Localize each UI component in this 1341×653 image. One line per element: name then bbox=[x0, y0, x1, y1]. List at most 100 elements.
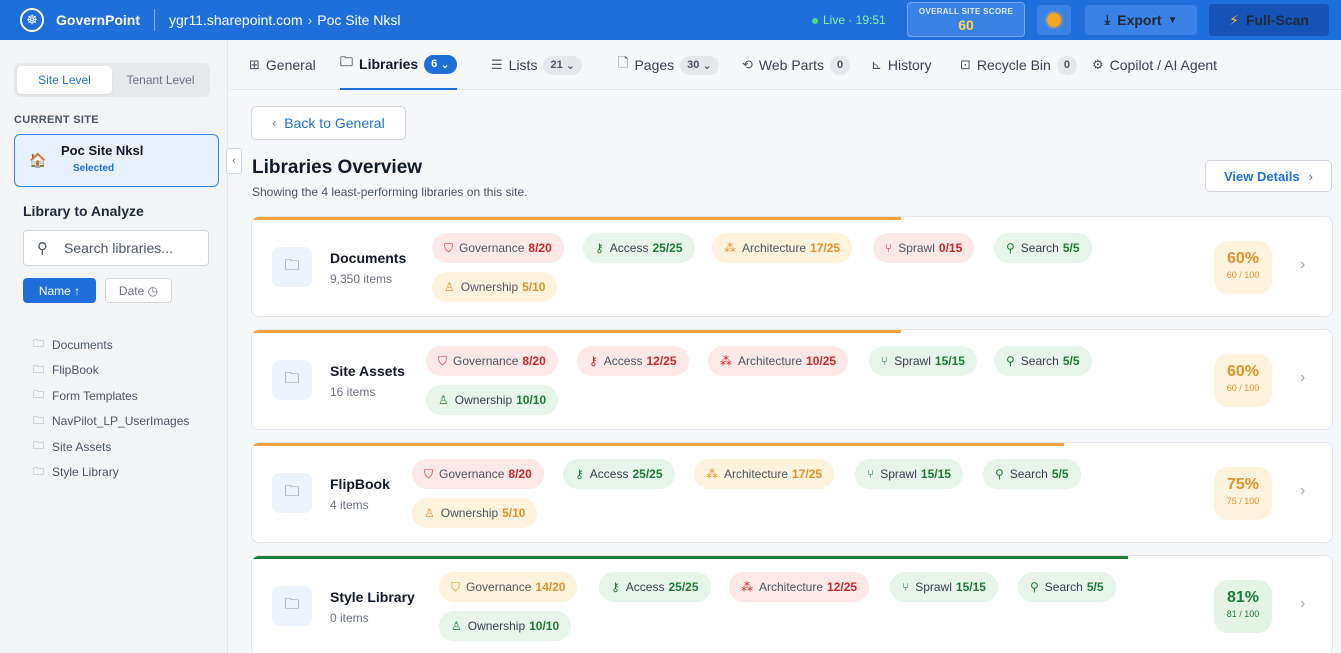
list-item[interactable]: 🗀 FlipBook bbox=[33, 358, 189, 384]
library-card[interactable]: 🗀 Site Assets 16 items ⛉ Governance 8/20 ⚷ Acce… bbox=[251, 329, 1333, 430]
metric-label: Architecture bbox=[738, 354, 803, 368]
library-search-input[interactable] bbox=[64, 237, 204, 259]
collapse-sidebar-button[interactable]: ‹ bbox=[226, 148, 242, 174]
metric-chip-access[interactable]: ⚷ Access 12/25 bbox=[577, 346, 689, 376]
tab-general[interactable]: ⊞ General bbox=[249, 40, 316, 90]
metric-chip-search[interactable]: ⚲ Search 5/5 bbox=[994, 346, 1092, 376]
view-details-button[interactable]: View Details › bbox=[1205, 160, 1332, 192]
metric-label: Ownership bbox=[440, 506, 499, 520]
chevron-right-icon: › bbox=[1308, 168, 1313, 184]
chevron-right-icon[interactable]: › bbox=[1300, 256, 1305, 274]
list-item[interactable]: 🗀 NavPilot_LP_UserImages bbox=[33, 409, 189, 435]
tab-history[interactable]: ⊾ History bbox=[871, 40, 931, 90]
library-card[interactable]: 🗀 FlipBook 4 items ⛉ Governance 8/20 ⚷ Access 25… bbox=[251, 442, 1333, 543]
metric-chip-search[interactable]: ⚲ Search 5/5 bbox=[983, 459, 1081, 489]
metric-chip-ownership[interactable]: ♙ Ownership 10/10 bbox=[439, 611, 572, 641]
metric-chip-search[interactable]: ⚲ Search 5/5 bbox=[994, 233, 1092, 263]
tab-label: Pages bbox=[634, 57, 675, 73]
metric-value: 5/5 bbox=[1051, 467, 1069, 481]
chevron-down-icon: ⌄ bbox=[565, 59, 575, 72]
metric-chip-sprawl[interactable]: ⑂ Sprawl 15/15 bbox=[869, 346, 977, 376]
chevron-right-icon[interactable]: › bbox=[1300, 369, 1305, 387]
sort-date-button[interactable]: Date ◷ bbox=[105, 278, 172, 303]
app-name: GovernPoint bbox=[56, 12, 141, 28]
tab-web-parts[interactable]: ⟲ Web Parts 0 bbox=[742, 40, 851, 90]
metric-chip-search[interactable]: ⚲ Search 5/5 bbox=[1018, 572, 1116, 602]
metric-label: Search bbox=[1020, 241, 1059, 255]
full-scan-button[interactable]: ⚡ Full-Scan bbox=[1209, 4, 1329, 36]
metric-chip-architecture[interactable]: ⁂ Architecture 17/25 bbox=[694, 459, 835, 489]
metric-chip-ownership[interactable]: ♙ Ownership 5/10 bbox=[432, 272, 558, 302]
tab-recycle-bin[interactable]: ⊡ Recycle Bin 0 bbox=[960, 40, 1077, 90]
current-site-card[interactable]: 🏠 Poc Site Nksl Selected bbox=[14, 134, 219, 187]
breadcrumb-domain[interactable]: ygr11.sharepoint.com bbox=[169, 12, 303, 28]
sitemap-icon: ⁂ bbox=[724, 241, 736, 255]
metric-chip-ownership[interactable]: ♙ Ownership 5/10 bbox=[412, 498, 538, 528]
tab-libraries[interactable]: 🗀 Libraries 6 ⌄ bbox=[340, 40, 457, 90]
metric-value: 15/15 bbox=[934, 354, 965, 368]
metric-chip-governance[interactable]: ⛉ Governance 8/20 bbox=[432, 233, 564, 263]
library-card[interactable]: 🗀 Documents 9,350 items ⛉ Governance 8/20 ⚷ Acc… bbox=[251, 216, 1333, 317]
metric-chip-sprawl[interactable]: ⑂ Sprawl 0/15 bbox=[873, 233, 975, 263]
list-icon: ☰ bbox=[491, 57, 503, 72]
score-progress-bar bbox=[252, 330, 902, 333]
breadcrumb-separator: › bbox=[307, 12, 313, 28]
list-item[interactable]: 🗀 Site Assets bbox=[33, 434, 189, 460]
metric-label: Sprawl bbox=[915, 580, 952, 594]
metric-label: Governance bbox=[466, 580, 532, 594]
logo-icon: ☸ bbox=[20, 8, 44, 32]
metric-label: Ownership bbox=[454, 393, 513, 407]
search-icon: ⚲ bbox=[1030, 580, 1039, 594]
logo[interactable]: ☸ GovernPoint bbox=[0, 0, 140, 40]
list-item[interactable]: 🗀 Style Library bbox=[33, 460, 189, 486]
chevron-right-icon[interactable]: › bbox=[1300, 482, 1305, 500]
tab-count-badge: 6 ⌄ bbox=[424, 54, 457, 74]
export-button[interactable]: ⤓ Export ▼ bbox=[1085, 5, 1197, 35]
tab-lists[interactable]: ☰ Lists 21 ⌄ bbox=[491, 40, 582, 90]
sort-name-button[interactable]: Name ↑ bbox=[23, 278, 96, 303]
user-icon: ♙ bbox=[424, 506, 435, 520]
metric-chip-governance[interactable]: ⛉ Governance 8/20 bbox=[412, 459, 544, 489]
folder-icon: 🗀 bbox=[33, 414, 44, 427]
shield-icon: ⛉ bbox=[438, 353, 448, 368]
score-progress-bar bbox=[252, 556, 1129, 559]
metric-label: Sprawl bbox=[880, 467, 917, 481]
puzzle-icon: ⟲ bbox=[742, 57, 753, 72]
metric-chip-access[interactable]: ⚷ Access 25/25 bbox=[599, 572, 711, 602]
metric-chip-ownership[interactable]: ♙ Ownership 10/10 bbox=[426, 385, 559, 415]
metric-chip-sprawl[interactable]: ⑂ Sprawl 15/15 bbox=[890, 572, 998, 602]
metric-value: 10/25 bbox=[806, 354, 837, 368]
branch-icon: ⑂ bbox=[881, 354, 889, 368]
search-icon: ⚲ bbox=[37, 240, 48, 257]
chart-icon: ⊾ bbox=[871, 57, 882, 72]
metric-chip-sprawl[interactable]: ⑂ Sprawl 15/15 bbox=[855, 459, 963, 489]
metric-chip-architecture[interactable]: ⁂ Architecture 10/25 bbox=[708, 346, 849, 376]
site-level-tab[interactable]: Site Level bbox=[17, 66, 112, 94]
score-progress-bar bbox=[252, 443, 1064, 446]
tab-copilot[interactable]: ⚙ Copilot / AI Agent bbox=[1092, 40, 1217, 90]
overall-score-value: 60 bbox=[958, 17, 974, 33]
search-icon: ⚲ bbox=[995, 467, 1004, 481]
metric-label: Governance bbox=[459, 241, 525, 255]
theme-toggle-button[interactable] bbox=[1037, 5, 1071, 35]
metric-chip-governance[interactable]: ⛉ Governance 14/20 bbox=[439, 572, 578, 602]
back-to-general-button[interactable]: ‹ Back to General bbox=[251, 106, 406, 140]
metric-chip-access[interactable]: ⚷ Access 25/25 bbox=[563, 459, 675, 489]
library-score-badge: 60% 60 / 100 bbox=[1214, 354, 1272, 407]
list-item[interactable]: 🗀 Form Templates bbox=[33, 383, 189, 409]
metric-chip-governance[interactable]: ⛉ Governance 8/20 bbox=[426, 346, 558, 376]
metric-chip-access[interactable]: ⚷ Access 25/25 bbox=[583, 233, 695, 263]
metric-value: 8/20 bbox=[508, 467, 532, 481]
library-item-count: 16 items bbox=[330, 385, 376, 399]
list-item[interactable]: 🗀 Documents bbox=[33, 332, 189, 358]
metric-chip-architecture[interactable]: ⁂ Architecture 17/25 bbox=[712, 233, 853, 263]
metric-chip-architecture[interactable]: ⁂ Architecture 12/25 bbox=[729, 572, 870, 602]
metric-value: 17/25 bbox=[810, 241, 841, 255]
level-toggle: Site Level Tenant Level bbox=[14, 63, 210, 97]
bolt-icon: ⚡ bbox=[1229, 11, 1239, 28]
chevron-right-icon[interactable]: › bbox=[1300, 595, 1305, 613]
tab-pages[interactable]: 🗋 Pages 30 ⌄ bbox=[618, 40, 719, 90]
score-percent: 60% bbox=[1226, 363, 1260, 380]
library-card[interactable]: 🗀 Style Library 0 items ⛉ Governance 14/20 ⚷ Ac… bbox=[251, 555, 1333, 653]
tenant-level-tab[interactable]: Tenant Level bbox=[114, 66, 207, 94]
